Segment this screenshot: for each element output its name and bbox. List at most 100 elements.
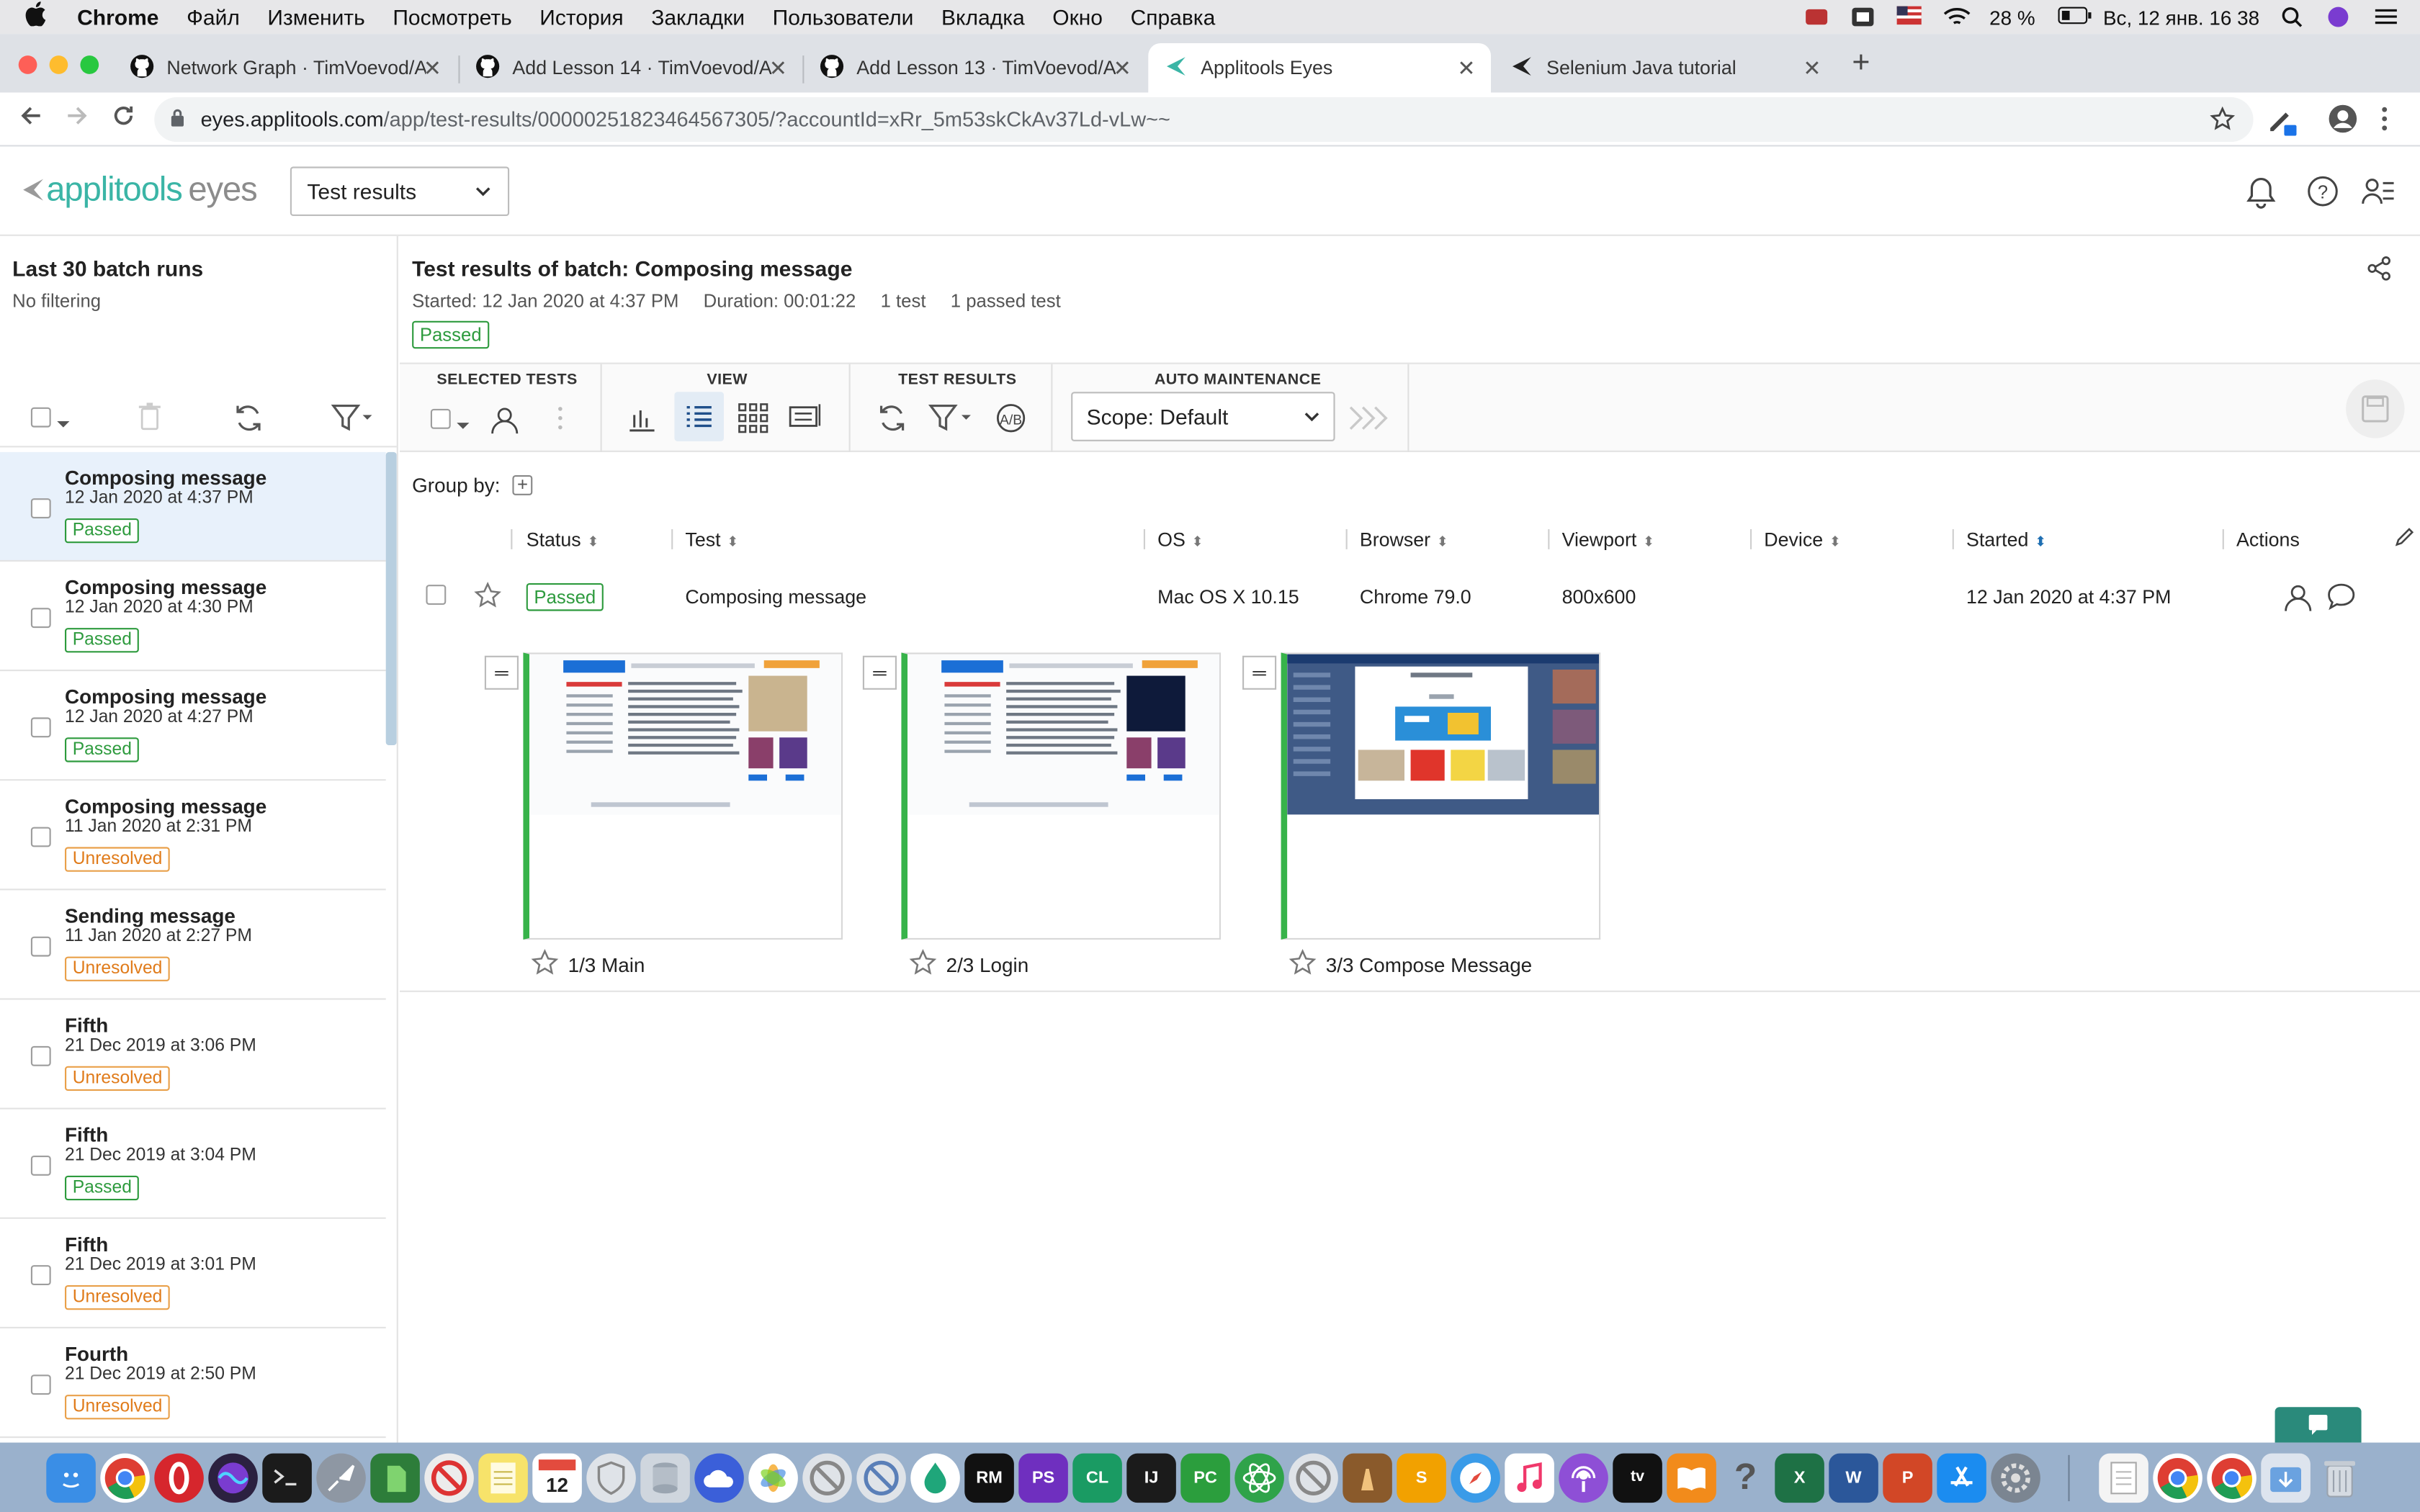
- batch-checkbox[interactable]: [30, 1156, 51, 1176]
- help-icon[interactable]: ?: [2308, 176, 2339, 215]
- step-label[interactable]: 2/3 Login: [909, 948, 1028, 981]
- status-app-icon[interactable]: [1804, 6, 1829, 28]
- step-thumbnail[interactable]: [901, 652, 1221, 940]
- batch-checkbox[interactable]: [30, 608, 51, 629]
- column-viewport[interactable]: Viewport ⬍: [1562, 529, 1655, 551]
- reload-icon[interactable]: [111, 104, 135, 136]
- minimize-window-button[interactable]: [49, 55, 68, 74]
- podcasts-icon[interactable]: [1559, 1452, 1608, 1503]
- batch-item[interactable]: Composing message 11 Jan 2020 at 2:31 PM…: [0, 780, 386, 891]
- drop-icon[interactable]: [910, 1452, 960, 1503]
- clock[interactable]: Вс, 12 янв. 16 38: [2103, 6, 2259, 29]
- chrome-app-icon[interactable]: [2207, 1452, 2257, 1503]
- batch-checkbox[interactable]: [30, 1374, 51, 1395]
- close-window-button[interactable]: [18, 55, 37, 74]
- photos-icon[interactable]: [748, 1452, 798, 1503]
- garageband-icon[interactable]: [1343, 1452, 1392, 1503]
- user-settings-icon[interactable]: [2362, 176, 2396, 215]
- notification-center-icon[interactable]: [2374, 6, 2398, 28]
- trash-icon[interactable]: [2315, 1452, 2365, 1502]
- save-button[interactable]: [2346, 379, 2405, 438]
- menu-view[interactable]: Посмотреть: [393, 4, 511, 29]
- bookmark-star-icon[interactable]: [2210, 106, 2236, 136]
- tab-network-graph[interactable]: Network Graph · TimVoevod/Auto ✕: [115, 43, 457, 93]
- drag-handle-icon[interactable]: ═: [1242, 655, 1277, 690]
- bell-icon[interactable]: [2244, 176, 2278, 217]
- list-view-icon[interactable]: [674, 392, 724, 441]
- back-arrow-icon[interactable]: [19, 104, 43, 136]
- step-label[interactable]: 1/3 Main: [531, 948, 645, 981]
- music-icon[interactable]: [1505, 1452, 1554, 1503]
- column-device[interactable]: Device ⬍: [1764, 529, 1841, 551]
- chrome-icon[interactable]: [2153, 1452, 2202, 1503]
- star-icon[interactable]: [474, 581, 502, 614]
- database-icon[interactable]: [640, 1452, 690, 1503]
- batch-item[interactable]: Sending message 11 Jan 2020 at 2:27 PM U…: [0, 890, 386, 1000]
- comments-view-icon[interactable]: [789, 402, 825, 441]
- excel-icon[interactable]: X: [1775, 1452, 1824, 1503]
- flag-us-icon[interactable]: [1896, 6, 1922, 28]
- tab-add-lesson-14[interactable]: Add Lesson 14 · TimVoevod/Auto ✕: [460, 43, 803, 93]
- edit-columns-icon[interactable]: [2394, 526, 2416, 552]
- batch-checkbox[interactable]: [30, 717, 51, 738]
- clion-icon[interactable]: CL: [1072, 1452, 1122, 1503]
- batch-item[interactable]: Composing message 12 Jan 2020 at 4:27 PM…: [0, 671, 386, 781]
- safari-icon[interactable]: [1451, 1452, 1500, 1503]
- pycharm-icon[interactable]: PC: [1180, 1452, 1230, 1503]
- siri-icon[interactable]: [208, 1452, 258, 1503]
- filter-icon[interactable]: [928, 402, 974, 441]
- close-tab-icon[interactable]: ✕: [769, 55, 787, 81]
- close-tab-icon[interactable]: ✕: [1457, 55, 1475, 81]
- profile-avatar-icon[interactable]: [2327, 104, 2358, 143]
- chat-button[interactable]: [2275, 1407, 2362, 1443]
- batch-checkbox[interactable]: [30, 1045, 51, 1066]
- finder-icon[interactable]: [46, 1452, 96, 1503]
- zoom-window-button[interactable]: [80, 55, 99, 74]
- shield-icon[interactable]: [586, 1452, 636, 1503]
- star-icon[interactable]: [909, 948, 937, 981]
- close-tab-icon[interactable]: ✕: [424, 55, 442, 81]
- menu-help[interactable]: Справка: [1131, 4, 1216, 29]
- column-browser[interactable]: Browser ⬍: [1360, 529, 1448, 551]
- close-tab-icon[interactable]: ✕: [1113, 55, 1131, 81]
- chevron-down-icon[interactable]: [455, 412, 470, 440]
- cloud-icon[interactable]: [694, 1452, 744, 1503]
- spotlight-icon[interactable]: [2281, 6, 2305, 28]
- address-bar[interactable]: eyes.applitools.com/app/test-results/000…: [154, 97, 2254, 143]
- batch-checkbox[interactable]: [30, 1265, 51, 1285]
- opera-icon[interactable]: [154, 1452, 204, 1503]
- document-icon[interactable]: [2099, 1452, 2148, 1503]
- add-group-button[interactable]: +: [512, 475, 533, 495]
- assign-user-icon[interactable]: [2282, 582, 2313, 617]
- system-preferences-icon[interactable]: [1991, 1452, 2040, 1503]
- blocked-app-icon[interactable]: [802, 1452, 852, 1503]
- scope-dropdown[interactable]: Scope: Default: [1071, 392, 1335, 441]
- drag-handle-icon[interactable]: ═: [484, 655, 519, 690]
- trash-icon[interactable]: [138, 402, 162, 438]
- launchpad-icon[interactable]: [316, 1452, 366, 1503]
- chrome-menu-icon[interactable]: [2380, 105, 2389, 140]
- batch-checkbox[interactable]: [30, 827, 51, 847]
- intellij-icon[interactable]: IJ: [1126, 1452, 1176, 1503]
- batch-checkbox[interactable]: [30, 498, 51, 518]
- assign-user-icon[interactable]: [489, 404, 520, 443]
- menu-people[interactable]: Пользователи: [773, 4, 914, 29]
- grid-view-icon[interactable]: [738, 402, 768, 441]
- step-thumbnail[interactable]: [1281, 652, 1601, 940]
- menu-edit[interactable]: Изменить: [267, 4, 364, 29]
- maintenance-arrows-icon[interactable]: [1348, 404, 1391, 439]
- phpstorm-icon[interactable]: PS: [1018, 1452, 1068, 1503]
- word-icon[interactable]: W: [1829, 1452, 1878, 1503]
- batch-item[interactable]: Fifth 21 Dec 2019 at 3:04 PM Passed: [0, 1110, 386, 1219]
- applitools-logo[interactable]: applitools eyes: [22, 170, 258, 210]
- step-thumbnail[interactable]: [523, 652, 843, 940]
- chevron-down-icon[interactable]: [55, 410, 71, 438]
- rubymine-icon[interactable]: RM: [964, 1452, 1014, 1503]
- step-label[interactable]: 3/3 Compose Message: [1289, 948, 1532, 981]
- column-test[interactable]: Test ⬍: [685, 529, 738, 551]
- calendar-icon[interactable]: 12: [532, 1452, 582, 1503]
- menu-file[interactable]: Файл: [187, 4, 240, 29]
- column-started[interactable]: Started ⬍: [1966, 529, 2046, 551]
- row-checkbox[interactable]: [426, 585, 447, 609]
- menu-tab[interactable]: Вкладка: [941, 4, 1025, 29]
